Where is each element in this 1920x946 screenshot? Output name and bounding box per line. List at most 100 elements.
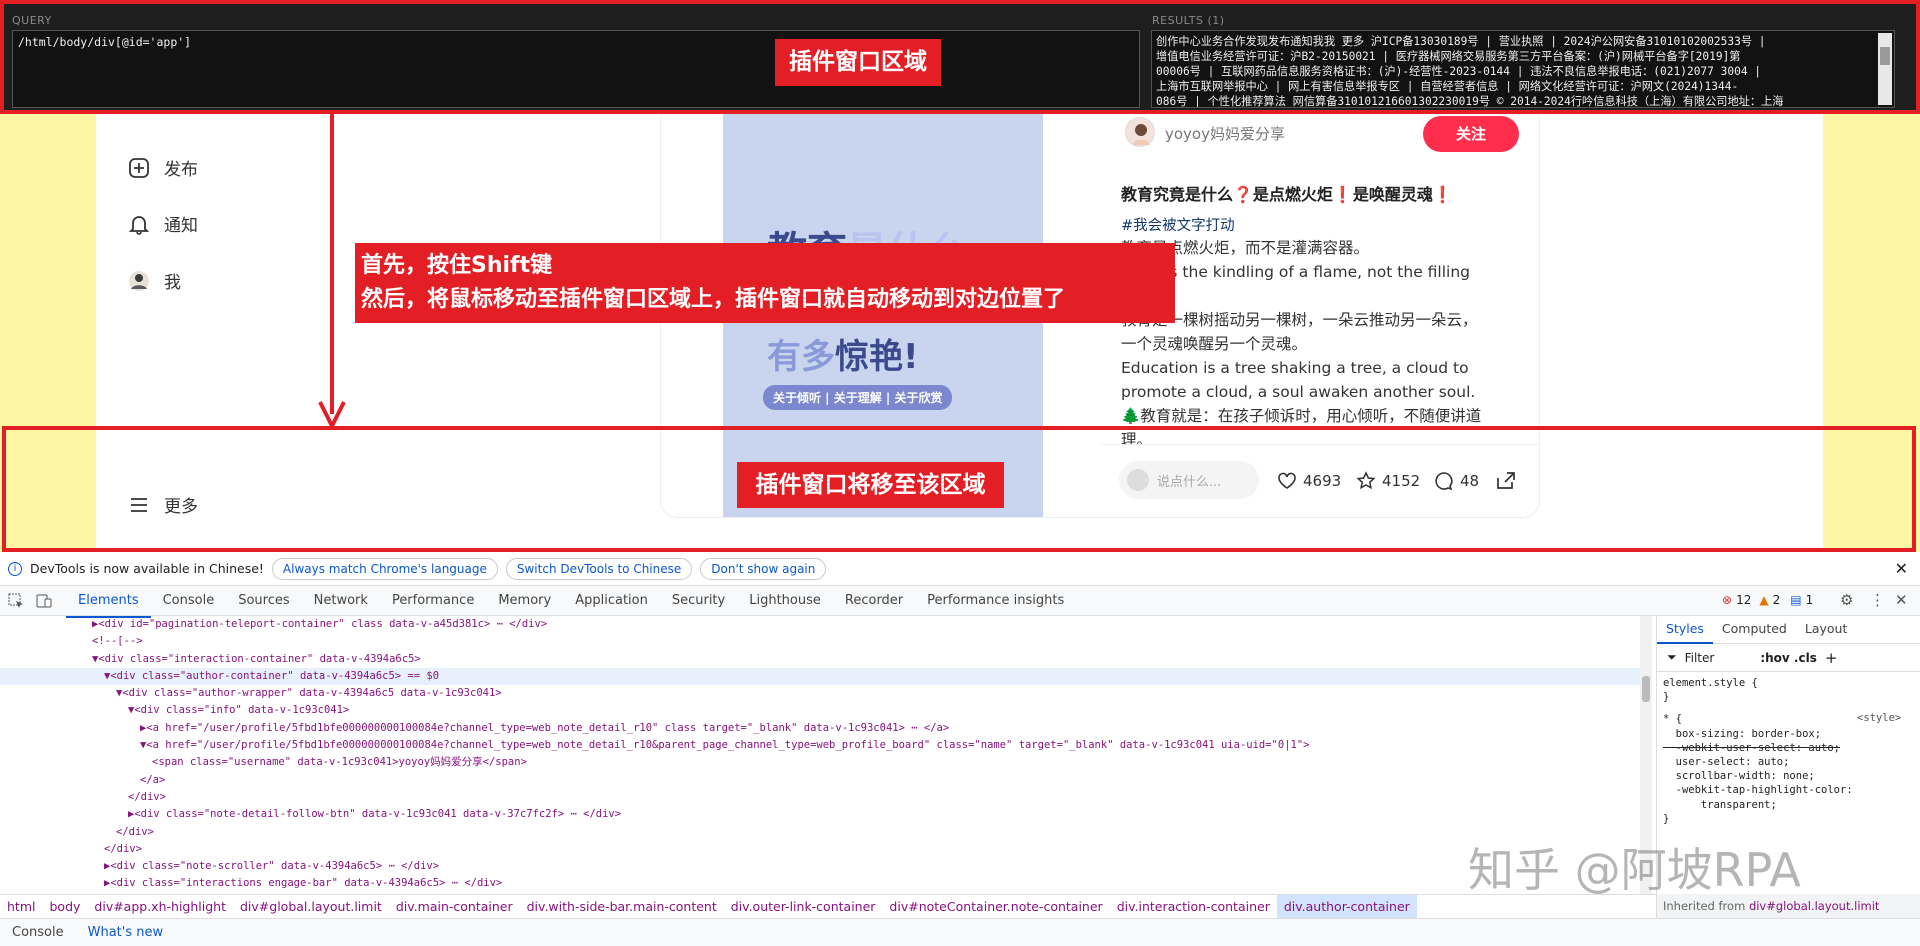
tab-network[interactable]: Network [302,586,380,616]
dom-node-line[interactable]: ▶<div class="note-detail-follow-btn" dat… [0,806,1640,823]
style-line[interactable]: transparent; [1663,798,1914,812]
style-line[interactable]: -webkit-tap-highlight-color: [1663,783,1914,797]
switch-language-button[interactable]: Switch DevTools to Chinese [505,557,693,580]
tab-performance[interactable]: Performance [380,586,486,616]
message-icon: ▤ [1790,593,1802,607]
breadcrumb-item[interactable]: div.outer-link-container [724,895,883,918]
results-line: 创作中心业务合作发现发布通知我我 更多 沪ICP备13030189号 | 营业执… [1156,35,1766,48]
style-line[interactable]: user-select: auto; [1663,755,1914,769]
drawer-tab-what-s-new[interactable]: What's new [76,919,176,946]
close-icon[interactable]: ✕ [1895,559,1908,578]
style-rules[interactable]: element.style {} * { box-sizing: border-b… [1657,672,1920,830]
language-infobar: i DevTools is now available in Chinese! … [0,552,1920,586]
close-devtools-icon[interactable]: ✕ [1895,591,1908,609]
styles-tab-layout[interactable]: Layout [1796,616,1857,642]
scrollbar-thumb[interactable] [1880,47,1890,65]
dom-node-line[interactable]: ▶<div id="pagination-teleport-container"… [0,616,1640,633]
style-line[interactable]: box-sizing: border-box; [1663,727,1914,741]
results-box[interactable]: 创作中心业务合作发现发布通知我我 更多 沪ICP备13030189号 | 营业执… [1151,30,1895,108]
gear-icon[interactable]: ⚙ [1840,591,1853,609]
note-body-line: 一个灵魂唤醒另一个灵魂。 [1121,335,1308,353]
image-text-part: 有多 [767,337,835,377]
query-label: QUERY [12,14,52,27]
elements-tree[interactable]: ▶<div id="pagination-teleport-container"… [0,616,1640,894]
dom-node-line[interactable]: <!--[--> [0,633,1640,650]
breadcrumb-item[interactable]: div.main-container [389,895,520,918]
style-source[interactable]: <style> [1857,712,1901,724]
dom-node-line[interactable]: </div> [0,789,1640,806]
tab-console[interactable]: Console [151,586,227,616]
style-line[interactable]: element.style { [1663,676,1914,690]
more-vertical-icon[interactable]: ⋮ [1870,591,1885,609]
dom-node-line[interactable]: ▼<div class="info" data-v-1c93c041> [0,702,1640,719]
tab-application[interactable]: Application [563,586,660,616]
dom-node-line[interactable]: <span class="username" data-v-1c93c041>y… [0,754,1640,771]
error-count: 12 [1736,593,1752,607]
dom-node-line[interactable]: ▼<div class="author-wrapper" data-v-4394… [0,685,1640,702]
tab-memory[interactable]: Memory [486,586,563,616]
breadcrumb-item[interactable]: div.interaction-container [1110,895,1277,918]
note-body-line: promote a cloud, a soul awaken another s… [1121,383,1476,401]
tab-recorder[interactable]: Recorder [833,586,915,616]
note-title: 教育究竟是什么❓是点燃火炬❗️是唤醒灵魂❗️ [1121,185,1453,204]
style-line[interactable]: -webkit-user-select: auto; [1663,741,1914,755]
dom-node-line[interactable]: ▼<a href="/user/profile/5fbd1bfe00000000… [0,737,1640,754]
style-line[interactable]: scrollbar-width: none; [1663,769,1914,783]
inherited-link[interactable]: div#global.layout.limit [1749,899,1880,913]
image-tags: 关于倾听 | 关于理解 | 关于欣赏 [763,385,953,410]
dom-node-line[interactable]: ▶<div class="note-scroller" data-v-4394a… [0,858,1640,875]
tab-lighthouse[interactable]: Lighthouse [737,586,833,616]
sidebar-item-notifications[interactable]: 通知 [128,211,198,236]
sidebar-item-me[interactable]: 我 [128,268,181,293]
note-hashtag[interactable]: #我会被文字打动 [1121,214,1235,235]
tab-sources[interactable]: Sources [226,586,301,616]
author-avatar[interactable] [1125,117,1155,147]
dom-node-line[interactable]: </div> [0,824,1640,841]
dom-node-line[interactable]: ▶<a href="/user/profile/5fbd1bfe00000000… [0,720,1640,737]
breadcrumb-item[interactable]: div.with-side-bar.main-content [520,895,724,918]
dom-node-line[interactable]: ▼<div class="interaction-container" data… [0,651,1640,668]
styles-tab-styles[interactable]: Styles [1657,616,1713,644]
dom-node-line[interactable]: </div> [0,841,1640,858]
breadcrumb-item[interactable]: body [42,895,87,918]
breadcrumb: html body div#app.xh-highlight div#global.l… [0,894,1656,918]
style-line[interactable]: } [1663,690,1914,704]
dont-show-again-button[interactable]: Don't show again [700,557,827,580]
breadcrumb-item[interactable]: div.author-container [1276,895,1417,918]
filter-input[interactable]: Filter [1685,651,1715,665]
style-line[interactable]: } [1663,812,1914,826]
devtools-panel: i DevTools is now available in Chinese! … [0,552,1920,946]
results-scrollbar[interactable] [1878,33,1892,105]
tab-elements[interactable]: Elements [66,586,151,618]
follow-button[interactable]: 关注 [1423,116,1519,152]
match-language-button[interactable]: Always match Chrome's language [271,557,498,580]
query-input[interactable]: /html/body/div[@id='app'] [12,30,1140,108]
add-rule-icon[interactable]: + [1825,649,1838,667]
inherited-label: Inherited from [1663,899,1746,913]
dom-node-line[interactable]: </a> [0,772,1640,789]
drawer-tab-console[interactable]: Console [0,919,76,946]
breadcrumb-item[interactable]: div#app.xh-highlight [87,895,233,918]
plugin-panel[interactable]: QUERY /html/body/div[@id='app'] RESULTS … [0,0,1920,114]
scrollbar-thumb[interactable] [1642,676,1650,702]
author-name[interactable]: yoyoy妈妈爱分享 [1165,123,1285,144]
instruction-line-2: 然后，将鼠标移动至插件窗口区域上，插件窗口就自动移动到对边位置了 [361,287,1066,312]
breadcrumb-item[interactable]: div#noteContainer.note-container [882,895,1109,918]
note-body-line: 教育是点燃火炬，而不是灌满容器。 [1121,239,1370,257]
issue-counters[interactable]: ⊗ 12 ▲ 2 ▤ 1 [1722,593,1813,607]
results-text: 创作中心业务合作发现发布通知我我 更多 沪ICP备13030189号 | 营业执… [1156,34,1872,107]
device-toggle-icon[interactable] [36,593,52,613]
hov-cls-toggle[interactable]: :hov .cls [1760,651,1817,665]
dom-node-line[interactable]: ▶<div class="interactions engage-bar" da… [0,875,1640,892]
dom-node-line[interactable]: ▼<div class="author-container" data-v-43… [0,667,1640,686]
styles-tab-computed[interactable]: Computed [1713,616,1796,642]
sidebar-item-label: 通知 [164,216,198,236]
breadcrumb-item[interactable]: html [0,895,42,918]
warning-count: 2 [1772,593,1781,607]
sidebar-item-publish[interactable]: 发布 [128,155,198,180]
sidebar-item-label: 我 [164,273,181,293]
breadcrumb-item[interactable]: div#global.layout.limit [233,895,389,918]
tab-performance-insights[interactable]: Performance insights [915,586,1076,616]
tab-security[interactable]: Security [660,586,737,616]
inspect-icon[interactable] [8,593,24,613]
